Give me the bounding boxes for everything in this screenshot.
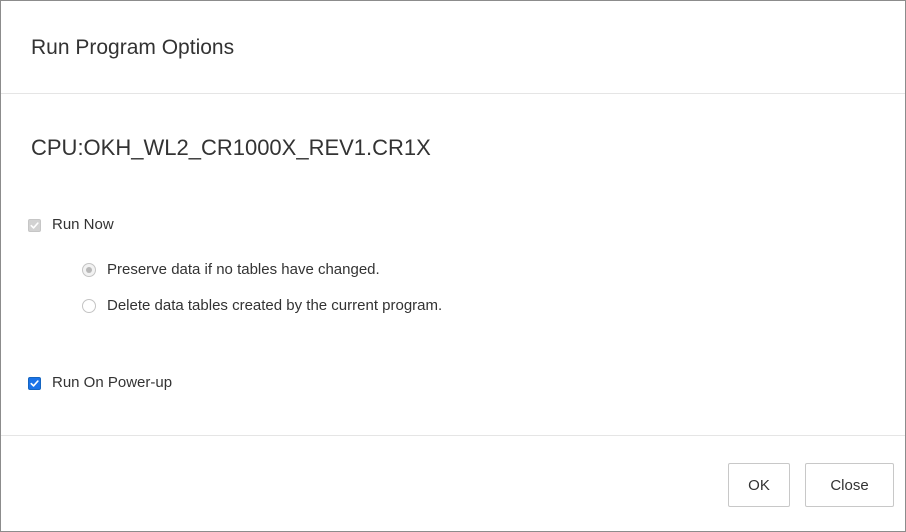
dialog-header: Run Program Options bbox=[1, 1, 905, 94]
close-button[interactable]: Close bbox=[805, 463, 894, 507]
delete-data-option: Delete data tables created by the curren… bbox=[82, 296, 442, 316]
run-on-power-up-label: Run On Power-up bbox=[52, 374, 173, 391]
run-on-power-up-option: Run On Power-up bbox=[28, 373, 172, 393]
run-now-label: Run Now bbox=[52, 216, 114, 233]
dialog-footer: OK Close bbox=[1, 436, 905, 531]
device-name: CPU:OKH_WL2_CR1000X_REV1.CR1X bbox=[31, 135, 431, 160]
dialog-title: Run Program Options bbox=[31, 36, 235, 59]
preserve-data-label: Preserve data if no tables have changed. bbox=[107, 261, 380, 278]
delete-data-radio[interactable] bbox=[82, 299, 96, 313]
run-program-options-dialog: Run Program Options CPU:OKH_WL2_CR1000X_… bbox=[0, 0, 906, 532]
run-now-option: Run Now bbox=[28, 215, 114, 235]
delete-data-label: Delete data tables created by the curren… bbox=[107, 297, 443, 314]
checkmark-icon bbox=[30, 221, 39, 229]
preserve-data-option: Preserve data if no tables have changed. bbox=[82, 260, 380, 280]
preserve-data-radio[interactable] bbox=[82, 263, 96, 277]
run-now-checkbox[interactable] bbox=[28, 218, 41, 232]
checkmark-icon bbox=[30, 379, 39, 387]
ok-button[interactable]: OK bbox=[728, 463, 790, 507]
dialog-body: CPU:OKH_WL2_CR1000X_REV1.CR1X Run Now Pr… bbox=[1, 94, 905, 436]
run-on-power-up-checkbox[interactable] bbox=[28, 376, 41, 390]
